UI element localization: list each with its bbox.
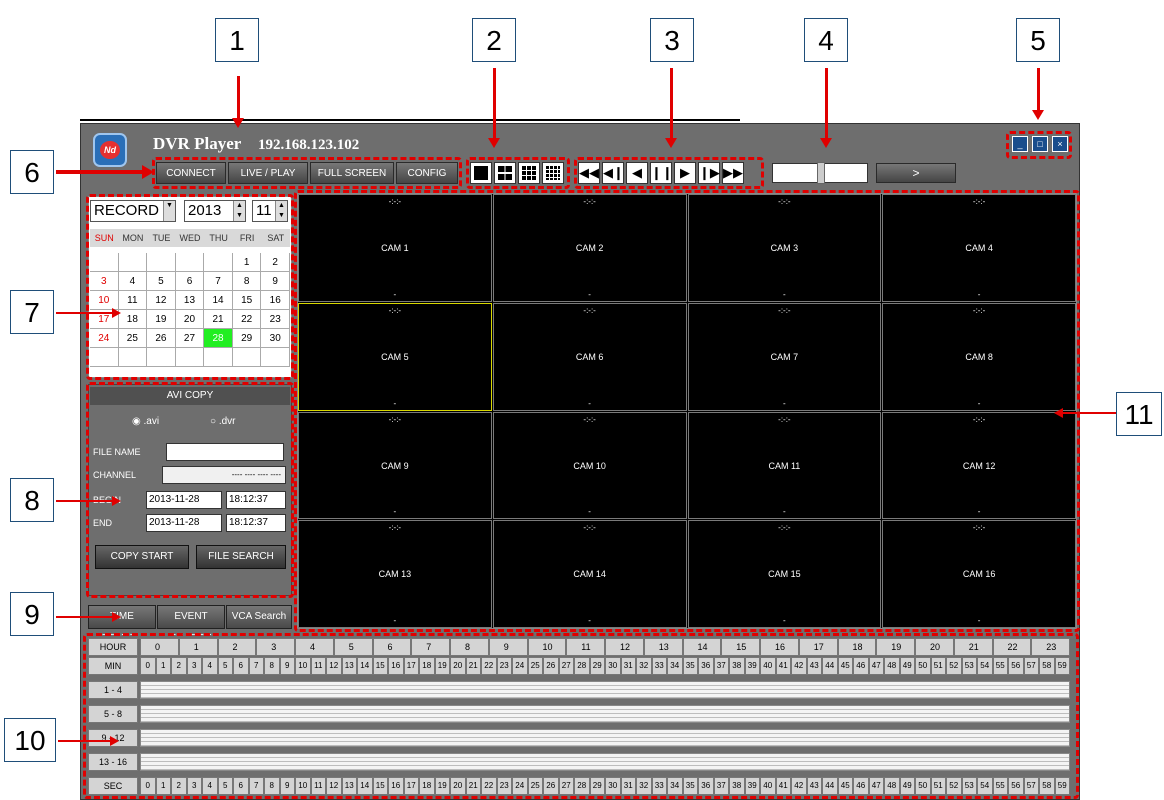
calendar-highlight xyxy=(86,194,294,380)
arrow-10 xyxy=(58,740,112,742)
dvr-logo-icon: Nd xyxy=(93,133,127,167)
app-title: DVR Player xyxy=(153,134,242,153)
callout-5: 5 xyxy=(1016,18,1060,62)
arrow-7-head xyxy=(112,308,121,318)
server-ip: 192.168.123.102 xyxy=(258,137,360,153)
callout-2: 2 xyxy=(472,18,516,62)
slider-thumb[interactable] xyxy=(817,162,825,184)
callout-3: 3 xyxy=(650,18,694,62)
toolbar-highlight xyxy=(152,157,462,189)
go-button[interactable]: > xyxy=(876,163,956,183)
arrow-4-head xyxy=(820,138,832,148)
arrow-3-head xyxy=(665,138,677,148)
callout-10: 10 xyxy=(4,718,56,762)
callout-11: 11 xyxy=(1116,392,1162,436)
arrow-9 xyxy=(56,616,114,618)
callout-1: 1 xyxy=(215,18,259,62)
arrow-6 xyxy=(56,170,144,174)
arrow-11-head xyxy=(1054,408,1063,418)
callout-9: 9 xyxy=(10,592,54,636)
playback-highlight xyxy=(574,157,764,189)
callout-8: 8 xyxy=(10,478,54,522)
callout-6: 6 xyxy=(10,150,54,194)
arrow-10-head xyxy=(110,736,119,746)
callout-4: 4 xyxy=(804,18,848,62)
arrow-8-head xyxy=(112,496,121,506)
camera-grid-highlight xyxy=(294,190,1080,632)
arrow-7 xyxy=(56,312,114,314)
callout-7: 7 xyxy=(10,290,54,334)
arrow-6-head xyxy=(142,165,154,179)
top-border-line xyxy=(80,119,740,121)
arrow-8 xyxy=(56,500,114,502)
timeline-highlight xyxy=(83,633,1079,799)
arrow-1 xyxy=(237,76,240,120)
arrow-4 xyxy=(825,68,828,140)
arrow-2 xyxy=(493,68,496,140)
avi-highlight xyxy=(86,382,294,598)
arrow-3 xyxy=(670,68,673,140)
vca-search-tab[interactable]: VCA Search xyxy=(226,605,292,629)
arrow-5-head xyxy=(1032,110,1044,120)
speed-slider[interactable] xyxy=(772,162,868,184)
event-search-tab[interactable]: EVENT SEARCH xyxy=(157,605,225,644)
layout-highlight xyxy=(466,157,570,189)
arrow-5 xyxy=(1037,68,1040,112)
window-controls-highlight xyxy=(1006,131,1072,159)
arrow-1-head xyxy=(232,118,244,128)
arrow-2-head xyxy=(488,138,500,148)
arrow-9-head xyxy=(112,612,121,622)
arrow-11 xyxy=(1062,412,1116,414)
